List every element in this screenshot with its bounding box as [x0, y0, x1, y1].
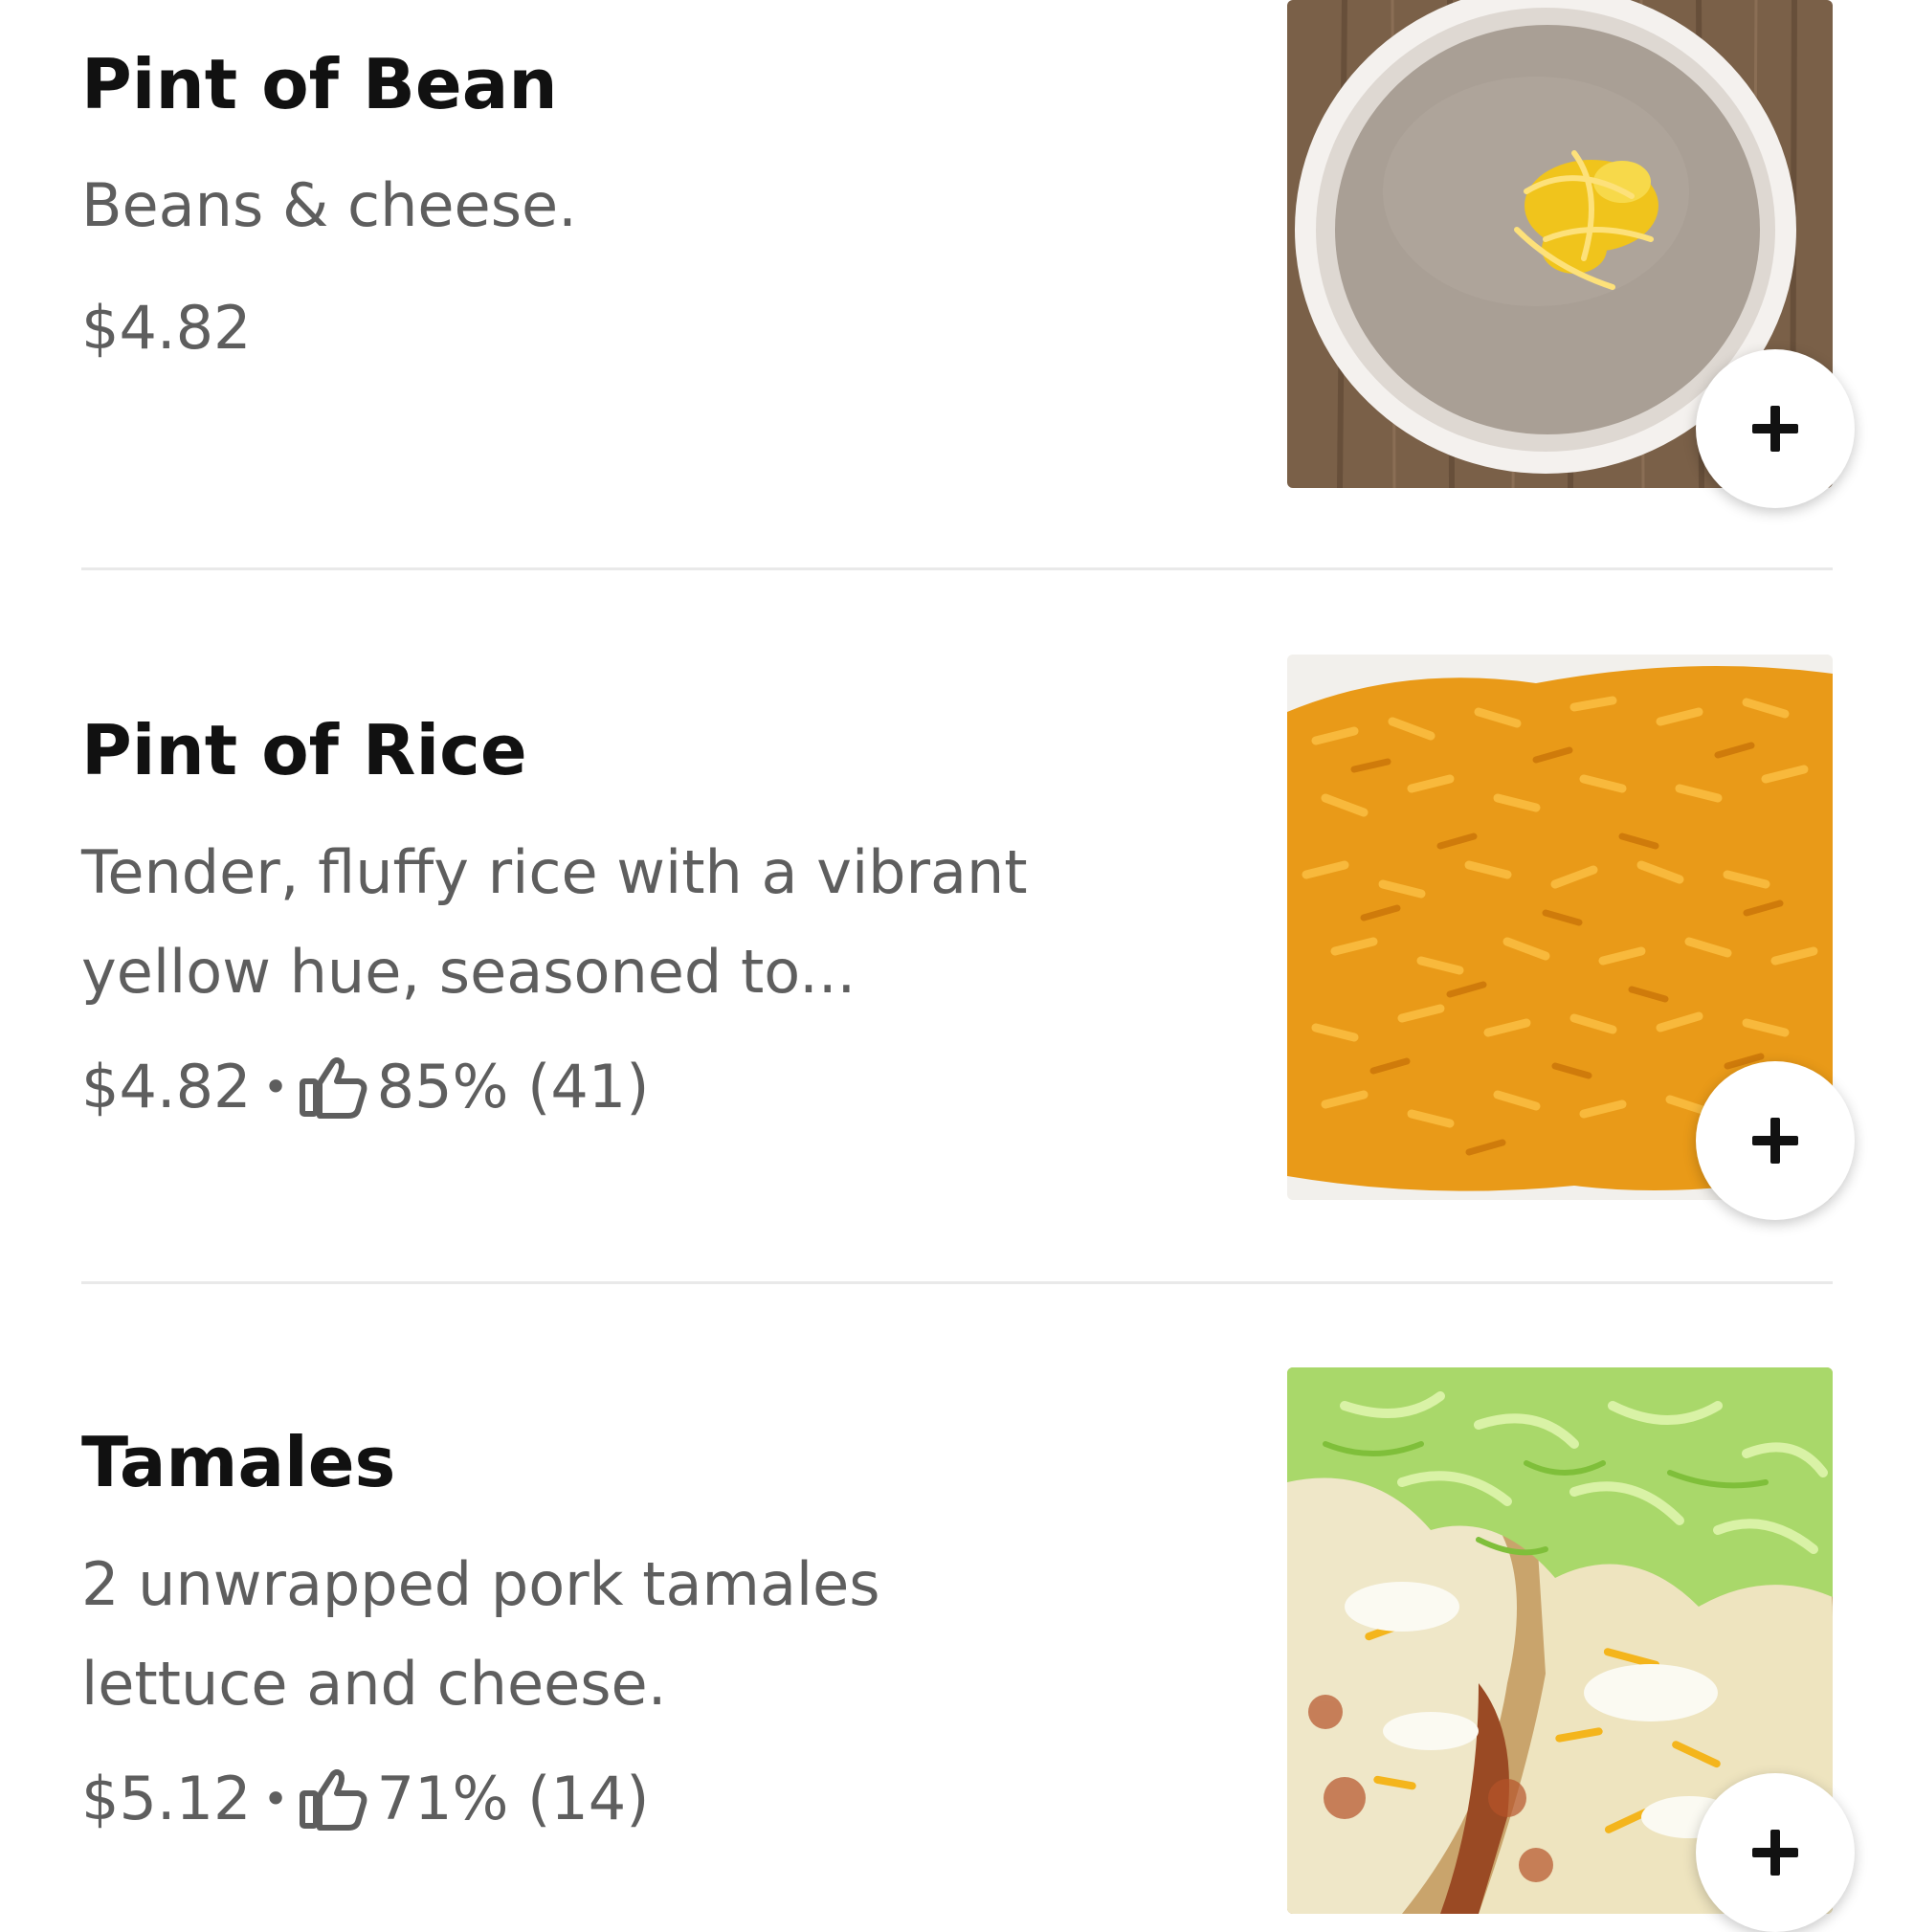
- menu-item[interactable]: Pint of Rice Tender, fluffy rice with a …: [0, 570, 1914, 1284]
- item-price: $5.12: [81, 1764, 252, 1833]
- thumbs-up-icon: [299, 1769, 367, 1831]
- plus-icon: [1752, 406, 1798, 452]
- item-title: Pint of Bean: [81, 44, 558, 124]
- add-to-cart-button[interactable]: [1696, 1773, 1855, 1932]
- meta-separator: •: [262, 1773, 289, 1825]
- plus-icon: [1752, 1830, 1798, 1876]
- add-to-cart-button[interactable]: [1696, 1061, 1855, 1220]
- item-price: $4.82: [81, 1052, 252, 1121]
- add-to-cart-button[interactable]: [1696, 349, 1855, 508]
- item-price: $4.82: [81, 293, 252, 363]
- menu-item[interactable]: Pint of Bean Beans & cheese. $4.82: [0, 0, 1914, 570]
- item-description: Beans & cheese.: [81, 170, 577, 240]
- item-meta: $4.82: [81, 285, 252, 371]
- item-meta: $5.12 • 71% (14): [81, 1756, 649, 1842]
- item-title: Tamales: [81, 1422, 396, 1502]
- item-title: Pint of Rice: [81, 710, 527, 790]
- plus-icon: [1752, 1118, 1798, 1164]
- item-description: Tender, fluffy rice with a vibrant yello…: [81, 837, 1028, 1007]
- item-description: 2 unwrapped pork tamales lettuce and che…: [81, 1549, 880, 1719]
- item-rating: 71% (14): [376, 1764, 650, 1833]
- item-rating: 85% (41): [376, 1052, 650, 1121]
- thumbs-up-icon: [299, 1057, 367, 1119]
- item-meta: $4.82 • 85% (41): [81, 1044, 649, 1130]
- meta-separator: •: [262, 1061, 289, 1113]
- menu-item[interactable]: Tamales 2 unwrapped pork tamales lettuce…: [0, 1283, 1914, 1932]
